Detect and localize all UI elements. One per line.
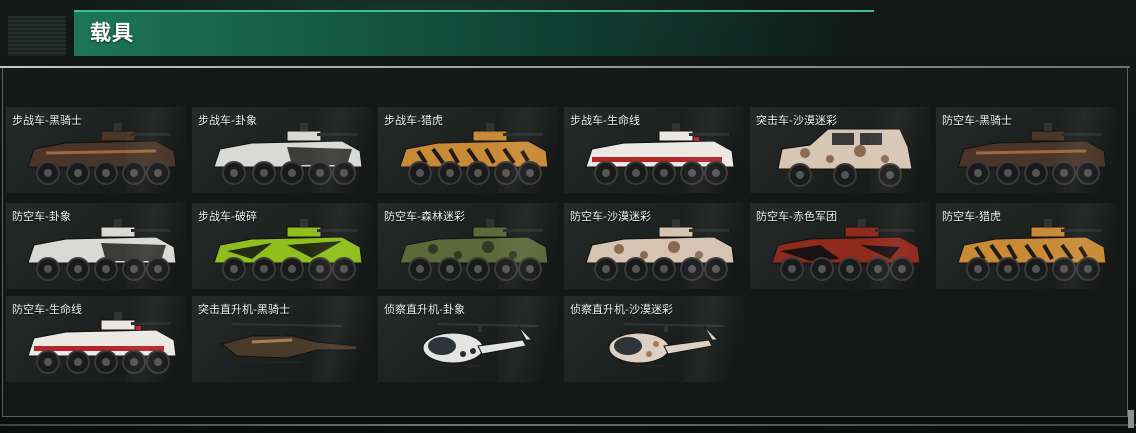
vehicle-card-label: 步战车-破碎 bbox=[198, 210, 257, 223]
vehicle-card[interactable]: 步战车-卦象 bbox=[192, 107, 372, 193]
apc-vehicle-image bbox=[585, 123, 735, 185]
apc-vehicle-image bbox=[957, 123, 1107, 185]
apc-vehicle-image bbox=[27, 219, 177, 281]
scout-helicopter-image bbox=[608, 323, 725, 367]
wheel bbox=[1076, 257, 1100, 281]
vehicle-card-label: 防空车-生命线 bbox=[12, 303, 82, 316]
panel-bottom-divider bbox=[0, 424, 1136, 426]
vehicle-card[interactable]: 侦察直升机-沙漠迷彩 bbox=[564, 296, 744, 382]
wheel bbox=[146, 350, 170, 374]
vehicle-card[interactable]: 防空车-沙漠迷彩 bbox=[564, 203, 744, 289]
scrollbar-thumb[interactable] bbox=[1128, 410, 1134, 428]
header-bar bbox=[74, 10, 874, 56]
vehicle-card[interactable]: 防空车-森林迷彩 bbox=[378, 203, 558, 289]
vehicle-card[interactable]: 步战车-生命线 bbox=[564, 107, 744, 193]
wheel bbox=[308, 257, 332, 281]
apc-vehicle-image bbox=[399, 123, 549, 185]
apc-vehicle-image bbox=[771, 219, 921, 281]
wheel bbox=[704, 257, 728, 281]
apc-vehicle-image bbox=[399, 219, 549, 281]
attack-helicopter-image bbox=[220, 323, 358, 363]
vehicle-card-label: 步战车-黑骑士 bbox=[12, 114, 82, 127]
apc-vehicle-image bbox=[27, 312, 177, 374]
scout-helicopter-image bbox=[422, 323, 539, 367]
wheel bbox=[494, 161, 518, 185]
wheel bbox=[146, 161, 170, 185]
vehicle-card[interactable]: 侦察直升机-卦象 bbox=[378, 296, 558, 382]
vehicle-card[interactable]: 防空车-黑骑士 bbox=[936, 107, 1116, 193]
vehicle-card-label: 步战车-卦象 bbox=[198, 114, 257, 127]
vehicle-card-label: 侦察直升机-沙漠迷彩 bbox=[570, 303, 673, 316]
apc-vehicle-image bbox=[27, 123, 177, 185]
vehicle-card-label: 防空车-卦象 bbox=[12, 210, 71, 223]
wheel bbox=[332, 257, 356, 281]
wheel bbox=[680, 161, 704, 185]
truck-vehicle-image bbox=[777, 128, 913, 187]
wheel bbox=[518, 161, 542, 185]
vehicle-card[interactable]: 防空车-卦象 bbox=[6, 203, 186, 289]
vehicle-card-label: 防空车-沙漠迷彩 bbox=[570, 210, 651, 223]
vehicle-card-label: 步战车-生命线 bbox=[570, 114, 640, 127]
vehicle-card-label: 突击直升机-黑骑士 bbox=[198, 303, 290, 316]
wheel bbox=[122, 161, 146, 185]
vehicle-card[interactable]: 防空车-赤色军团 bbox=[750, 203, 930, 289]
vehicle-card-label: 防空车-森林迷彩 bbox=[384, 210, 465, 223]
vehicle-card-label: 突击车-沙漠迷彩 bbox=[756, 114, 837, 127]
apc-vehicle-image bbox=[213, 219, 363, 281]
wheel bbox=[122, 257, 146, 281]
wheel bbox=[1052, 161, 1076, 185]
vehicle-card-label: 防空车-黑骑士 bbox=[942, 114, 1012, 127]
wheel bbox=[1076, 161, 1100, 185]
vehicle-card[interactable]: 防空车-生命线 bbox=[6, 296, 186, 382]
wheel bbox=[866, 257, 890, 281]
vehicle-card[interactable]: 防空车-猎虎 bbox=[936, 203, 1116, 289]
vehicle-card[interactable]: 步战车-猎虎 bbox=[378, 107, 558, 193]
wheel bbox=[122, 350, 146, 374]
vehicle-card-label: 防空车-赤色军团 bbox=[756, 210, 837, 223]
wheel bbox=[494, 257, 518, 281]
wheel bbox=[146, 257, 170, 281]
wheel bbox=[1052, 257, 1076, 281]
wheel bbox=[890, 257, 914, 281]
vehicle-card-label: 防空车-猎虎 bbox=[942, 210, 1001, 223]
wheel bbox=[518, 257, 542, 281]
apc-vehicle-image bbox=[213, 123, 363, 185]
wheel bbox=[308, 161, 332, 185]
vehicle-card[interactable]: 突击直升机-黑骑士 bbox=[192, 296, 372, 382]
wheel bbox=[332, 161, 356, 185]
vehicle-card[interactable]: 突击车-沙漠迷彩 bbox=[750, 107, 930, 193]
vehicle-card-label: 步战车-猎虎 bbox=[384, 114, 443, 127]
apc-vehicle-image bbox=[957, 219, 1107, 281]
apc-vehicle-image bbox=[585, 219, 735, 281]
wheel bbox=[680, 257, 704, 281]
vehicle-card-label: 侦察直升机-卦象 bbox=[384, 303, 465, 316]
page-title: 载具 bbox=[90, 21, 134, 45]
header-decoration bbox=[8, 16, 66, 56]
wheel bbox=[704, 161, 728, 185]
vehicle-card[interactable]: 步战车-黑骑士 bbox=[6, 107, 186, 193]
vehicle-card[interactable]: 步战车-破碎 bbox=[192, 203, 372, 289]
